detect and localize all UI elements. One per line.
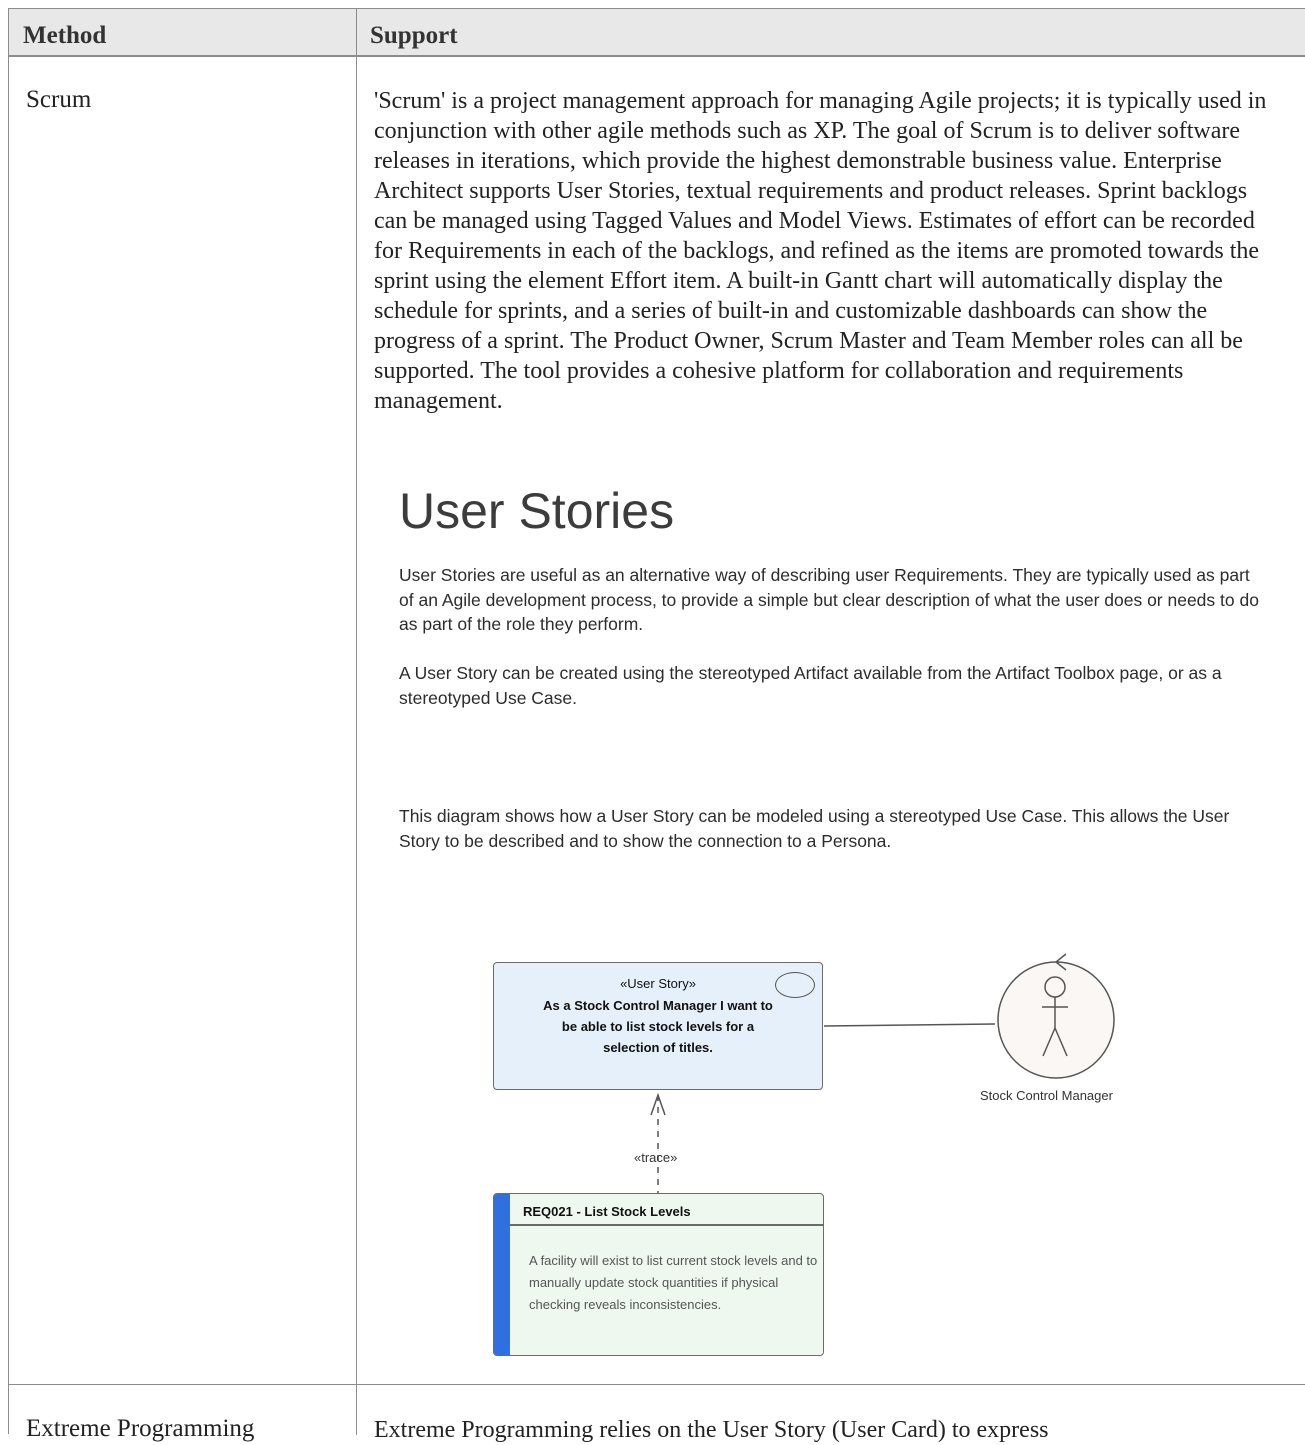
column-header-support: Support	[370, 22, 458, 49]
table-header-row: Method Support	[9, 9, 1305, 57]
requirement-title: REQ021 - List Stock Levels	[523, 1204, 691, 1219]
persona-circle	[997, 961, 1115, 1079]
column-divider	[356, 9, 357, 1435]
requirement-element: REQ021 - List Stock Levels A facility wi…	[493, 1193, 824, 1356]
user-story-text: As a Stock Control Manager I want to be …	[543, 998, 773, 1055]
row-divider	[9, 1384, 1305, 1385]
requirement-separator	[510, 1224, 823, 1226]
user-story-stereotype: «User Story»	[620, 976, 696, 991]
association-line	[823, 1023, 996, 1027]
requirement-body: A facility will exist to list current st…	[529, 1253, 818, 1312]
user-stories-diagram: User Stories User Stories are useful as …	[380, 470, 1280, 1360]
support-cell-scrum: 'Scrum' is a project management approach…	[374, 88, 1267, 414]
persona-label: Stock Control Manager	[980, 1088, 1113, 1103]
column-header-method: Method	[23, 22, 107, 49]
support-cell-extreme-programming: Extreme Programming relies on the User S…	[374, 1417, 1049, 1443]
requirement-color-bar	[494, 1194, 510, 1355]
method-cell-extreme-programming: Extreme Programming	[26, 1415, 255, 1442]
user-story-element: «User Story» As a Stock Control Manager …	[493, 962, 823, 1090]
trace-label: «trace»	[634, 1150, 678, 1165]
method-cell-scrum: Scrum	[26, 86, 92, 113]
